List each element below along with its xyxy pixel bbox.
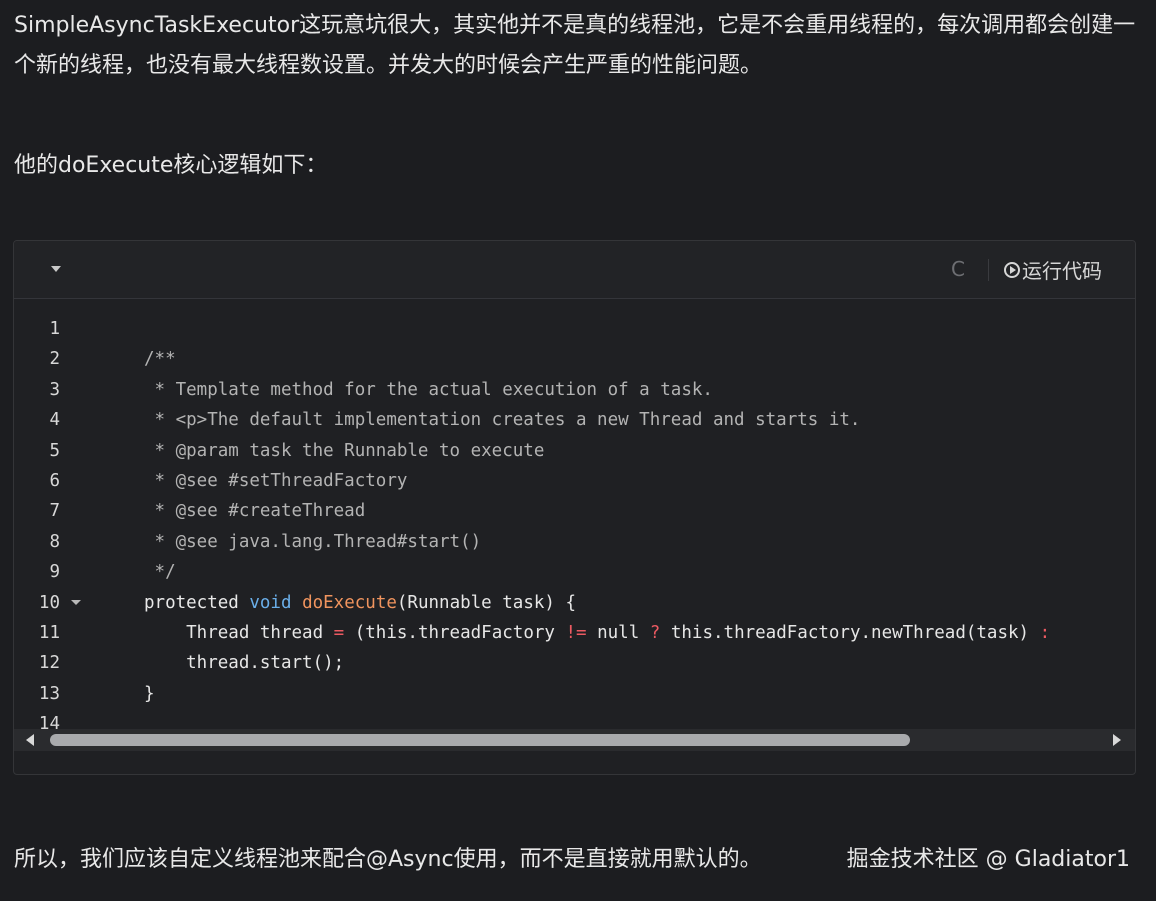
- line-number: 7: [49, 501, 60, 522]
- code-line: 12 thread.start();: [14, 648, 1135, 678]
- code-token: * @param task the Runnable to execute: [144, 440, 545, 461]
- code-token: protected: [144, 592, 250, 613]
- code-text: * @see java.lang.Thread#start(): [144, 527, 482, 557]
- code-token: void: [249, 592, 292, 613]
- line-number: 2: [49, 349, 60, 370]
- code-line: 4 * <p>The default implementation create…: [14, 405, 1135, 435]
- code-editor[interactable]: 1 2/** 3 * Template method for the actual …: [14, 299, 1135, 751]
- code-toolbar: C 运行代码: [14, 241, 1135, 299]
- line-number: 1: [49, 319, 60, 339]
- code-text: thread.start();: [144, 648, 344, 678]
- scroll-right-arrow-icon[interactable]: [1111, 734, 1123, 746]
- code-text: * @see #createThread: [144, 496, 366, 526]
- line-number: 11: [38, 622, 60, 643]
- code-text: Thread thread = (this.threadFactory != n…: [144, 618, 1050, 648]
- line-number: 6: [49, 470, 60, 491]
- code-line: 2 /**: [14, 344, 1135, 374]
- code-text: * Template method for the actual executi…: [144, 375, 713, 405]
- code-line: 5 * @param task the Runnable to execute: [14, 436, 1135, 466]
- line-number: 12: [38, 653, 60, 674]
- code-token: (this.threadFactory: [344, 622, 566, 643]
- scroll-left-arrow-icon[interactable]: [24, 734, 36, 746]
- code-token: doExecute: [302, 592, 397, 613]
- code-text: * <p>The default implementation creates …: [144, 405, 861, 435]
- watermark-text: 掘金技术社区 @ Gladiator1: [846, 847, 1130, 872]
- code-token: :: [1039, 622, 1051, 643]
- code-token: null: [586, 622, 650, 643]
- line-number: 13: [38, 683, 60, 704]
- paragraph-intro: SimpleAsyncTaskExecutor这玩意坑很大，其实他并不是真的线程…: [14, 13, 1136, 78]
- play-circle-icon: [1004, 261, 1020, 278]
- code-token: !=: [565, 622, 587, 643]
- code-text: /**: [144, 344, 176, 374]
- code-token: /**: [144, 349, 176, 370]
- code-token: thread.start();: [144, 653, 345, 674]
- code-token: (Runnable task) {: [396, 592, 577, 613]
- code-token: this.threadFactory.newThread(task): [660, 622, 1040, 643]
- code-line: 6 * @see #setThreadFactory: [14, 466, 1135, 496]
- code-block: C 运行代码 1 2/** 3 * Template method for the …: [13, 240, 1136, 775]
- line-number: 3: [49, 379, 60, 400]
- code-token: * <p>The default implementation creates …: [144, 410, 861, 431]
- line-number: 5: [49, 440, 60, 461]
- code-line: 8 * @see java.lang.Thread#start(): [14, 527, 1135, 557]
- code-token: */: [144, 562, 176, 583]
- line-number: 10: [38, 592, 60, 613]
- reset-code-button[interactable]: C: [951, 257, 965, 281]
- run-code-label: 运行代码: [1022, 259, 1102, 283]
- code-line: 11 Thread thread = (this.threadFactory !…: [14, 618, 1135, 648]
- code-text: * @param task the Runnable to execute: [144, 436, 545, 466]
- fold-arrow-icon[interactable]: [71, 599, 81, 605]
- code-line: 10 protected void doExecute(Runnable task…: [14, 588, 1135, 618]
- code-line: 3 * Template method for the actual execu…: [14, 375, 1135, 405]
- code-line: 9 */: [14, 557, 1135, 587]
- horizontal-scrollbar[interactable]: [14, 729, 1135, 751]
- code-token: ?: [649, 622, 661, 643]
- code-token: }: [144, 683, 155, 704]
- code-text: protected void doExecute(Runnable task) …: [144, 588, 576, 618]
- collapse-code-icon[interactable]: [48, 261, 64, 277]
- code-line: 7 * @see #createThread: [14, 496, 1135, 526]
- paragraph-doexecute-heading: 他的doExecute核心逻辑如下：: [14, 153, 328, 178]
- toolbar-divider: [988, 259, 989, 281]
- line-number: 9: [49, 562, 60, 583]
- code-token: * @see #setThreadFactory: [144, 470, 408, 491]
- code-lines: 1 2/** 3 * Template method for the actual …: [14, 314, 1135, 739]
- run-code-button[interactable]: 运行代码: [1004, 255, 1102, 284]
- code-text: */: [144, 557, 176, 587]
- code-token: Thread thread: [144, 622, 334, 643]
- code-token: * @see java.lang.Thread#start(): [144, 531, 482, 552]
- code-token: * Template method for the actual executi…: [144, 379, 713, 400]
- code-token: * @see #createThread: [144, 501, 366, 522]
- code-text: * @see #setThreadFactory: [144, 466, 408, 496]
- paragraph-conclusion: 所以，我们应该自定义线程池来配合@Async使用，而不是直接就用默认的。: [14, 847, 762, 872]
- line-number: 8: [49, 531, 60, 552]
- code-token: =: [333, 622, 345, 643]
- code-line: 13}: [14, 679, 1135, 709]
- code-line: 1: [14, 314, 1135, 344]
- scrollbar-thumb[interactable]: [50, 734, 910, 746]
- code-text: }: [144, 679, 155, 709]
- line-number: 4: [49, 410, 60, 431]
